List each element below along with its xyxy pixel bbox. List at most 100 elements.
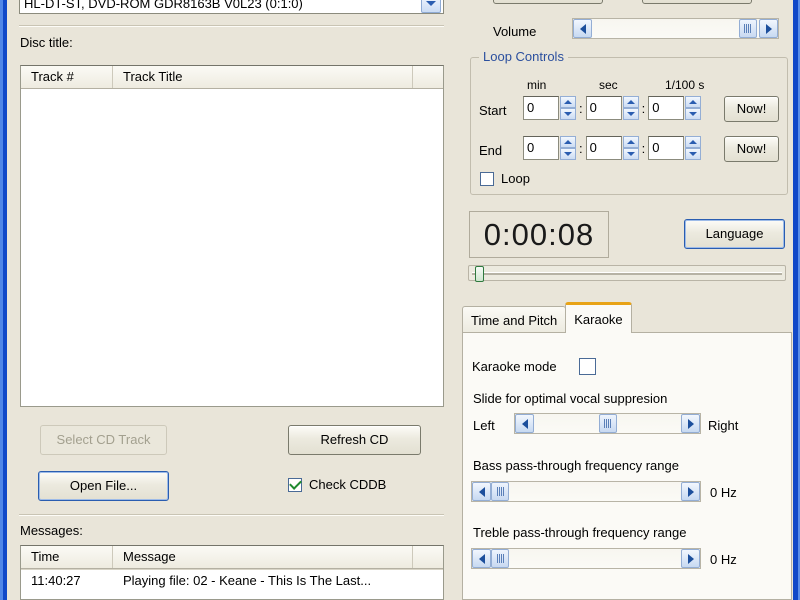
- loop-end-hundredths-spinner[interactable]: 0: [648, 136, 702, 160]
- loop-end-hundredths-value[interactable]: 0: [648, 136, 685, 160]
- check-cddb-checkbox[interactable]: Check CDDB: [288, 476, 387, 492]
- checkbox-box-unchecked[interactable]: [578, 358, 596, 375]
- spinner-buttons[interactable]: [685, 136, 702, 160]
- tab-strip: Time and Pitch Karaoke: [462, 302, 632, 333]
- vocal-balance-thumb[interactable]: [598, 414, 617, 433]
- vocal-balance-slider[interactable]: [514, 413, 701, 434]
- loop-start-sec-spinner[interactable]: 0: [585, 96, 639, 120]
- table-row[interactable]: 11:40:27 Playing file: 02 - Keane - This…: [21, 569, 443, 590]
- loop-end-min-value[interactable]: 0: [523, 136, 559, 160]
- chevron-right-icon[interactable]: [759, 19, 778, 38]
- chevron-right-icon[interactable]: [681, 549, 700, 568]
- spinner-up-icon[interactable]: [622, 96, 639, 108]
- treble-range-slider[interactable]: [471, 548, 701, 569]
- loop-controls-group: Loop Controls min sec 1/100 s Start 0 : …: [470, 49, 788, 195]
- spinner-down-icon[interactable]: [560, 108, 576, 120]
- elapsed-time-display: 0:00:08: [469, 211, 609, 258]
- loop-start-min-spinner[interactable]: 0: [523, 96, 576, 120]
- spinner-up-icon[interactable]: [560, 136, 576, 148]
- track-position-thumb[interactable]: [475, 266, 485, 282]
- balance-left-label: Left: [473, 418, 495, 433]
- loop-end-sec-value[interactable]: 0: [585, 136, 622, 160]
- refresh-cd-button[interactable]: Refresh CD: [288, 425, 421, 455]
- loop-start-fields: 0 : 0 : 0: [523, 96, 702, 120]
- loop-end-now-button[interactable]: Now!: [724, 136, 779, 162]
- spinner-up-icon[interactable]: [685, 96, 702, 108]
- bass-range-slider[interactable]: [471, 481, 701, 502]
- tab-karaoke[interactable]: Karaoke: [565, 302, 632, 333]
- track-position-slider[interactable]: [468, 265, 786, 282]
- karaoke-tab-panel: Karaoke mode Slide for optimal vocal sup…: [462, 332, 792, 600]
- column-time[interactable]: Time: [21, 546, 113, 568]
- chevron-left-icon[interactable]: [573, 19, 592, 38]
- vocal-suppression-hint: Slide for optimal vocal suppresion: [473, 391, 668, 406]
- track-list-header: Track # Track Title: [21, 66, 443, 89]
- separator-colon: :: [641, 140, 646, 156]
- spinner-up-icon[interactable]: [685, 136, 702, 148]
- bass-range-track[interactable]: [491, 482, 681, 501]
- chevron-left-icon[interactable]: [515, 414, 534, 433]
- loop-start-hundredths-value[interactable]: 0: [648, 96, 685, 120]
- spinner-buttons[interactable]: [560, 136, 576, 160]
- checkbox-box-unchecked[interactable]: [480, 171, 494, 186]
- chevron-left-icon[interactable]: [472, 549, 491, 568]
- spinner-buttons[interactable]: [685, 96, 702, 120]
- spinner-buttons[interactable]: [622, 96, 639, 120]
- tab-time-and-pitch[interactable]: Time and Pitch: [462, 306, 567, 333]
- treble-range-label: Treble pass-through frequency range: [473, 525, 687, 540]
- checkbox-box-checked[interactable]: [288, 476, 302, 492]
- language-button[interactable]: Language: [684, 219, 785, 249]
- column-track-title[interactable]: Track Title: [113, 66, 413, 88]
- divider-top: [19, 25, 444, 27]
- cell-message: Playing file: 02 - Keane - This Is The L…: [123, 572, 372, 588]
- bass-range-thumb[interactable]: [491, 482, 509, 501]
- spinner-down-icon[interactable]: [685, 108, 702, 120]
- loop-start-hundredths-spinner[interactable]: 0: [648, 96, 702, 120]
- karaoke-mode-row[interactable]: Karaoke mode: [472, 358, 596, 375]
- loop-start-now-button[interactable]: Now!: [724, 96, 779, 122]
- loop-checkbox[interactable]: Loop: [480, 171, 530, 186]
- chevron-right-icon[interactable]: [681, 482, 700, 501]
- karaoke-mode-label: Karaoke mode: [472, 359, 557, 374]
- bass-range-label: Bass pass-through frequency range: [473, 458, 679, 473]
- chevron-down-icon[interactable]: [421, 0, 441, 13]
- messages-listbox[interactable]: Time Message 11:40:27 Playing file: 02 -…: [20, 545, 444, 600]
- window-client-area: HL-DT-ST, DVD-ROM GDR8163B V0L23 (0:1:0)…: [7, 0, 793, 600]
- track-listbox[interactable]: Track # Track Title: [20, 65, 444, 407]
- column-track-number[interactable]: Track #: [21, 66, 113, 88]
- spinner-up-icon[interactable]: [560, 96, 576, 108]
- volume-slider-thumb[interactable]: [738, 19, 757, 38]
- volume-label: Volume: [493, 24, 537, 39]
- spinner-down-icon[interactable]: [685, 148, 702, 160]
- spinner-up-icon[interactable]: [622, 136, 639, 148]
- volume-slider[interactable]: [572, 18, 779, 39]
- spinner-down-icon[interactable]: [622, 148, 639, 160]
- transport-button-left[interactable]: [493, 0, 603, 4]
- treble-range-thumb[interactable]: [491, 549, 509, 568]
- loop-start-min-value[interactable]: 0: [523, 96, 559, 120]
- spinner-down-icon[interactable]: [560, 148, 576, 160]
- treble-range-track[interactable]: [491, 549, 681, 568]
- spinner-buttons[interactable]: [622, 136, 639, 160]
- transport-button-right[interactable]: [642, 0, 752, 4]
- column-message[interactable]: Message: [113, 546, 413, 568]
- cd-drive-value: HL-DT-ST, DVD-ROM GDR8163B V0L23 (0:1:0): [24, 0, 303, 11]
- open-file-button[interactable]: Open File...: [38, 471, 169, 501]
- select-cd-track-button[interactable]: Select CD Track: [40, 425, 167, 455]
- spinner-buttons[interactable]: [560, 96, 576, 120]
- volume-slider-track[interactable]: [592, 19, 759, 38]
- vocal-balance-track[interactable]: [534, 414, 681, 433]
- chevron-left-icon[interactable]: [472, 482, 491, 501]
- cell-time: 11:40:27: [31, 572, 81, 588]
- check-cddb-label: Check CDDB: [309, 477, 387, 492]
- spinner-down-icon[interactable]: [622, 108, 639, 120]
- chevron-right-icon[interactable]: [681, 414, 700, 433]
- loop-start-sec-value[interactable]: 0: [585, 96, 622, 120]
- separator-colon: :: [579, 140, 583, 156]
- loop-end-min-spinner[interactable]: 0: [523, 136, 576, 160]
- tab-label: Karaoke: [574, 311, 623, 327]
- column-header-min: min: [527, 78, 547, 92]
- loop-end-sec-spinner[interactable]: 0: [585, 136, 639, 160]
- cd-drive-combobox[interactable]: HL-DT-ST, DVD-ROM GDR8163B V0L23 (0:1:0): [19, 0, 444, 14]
- messages-label: Messages:: [20, 523, 83, 538]
